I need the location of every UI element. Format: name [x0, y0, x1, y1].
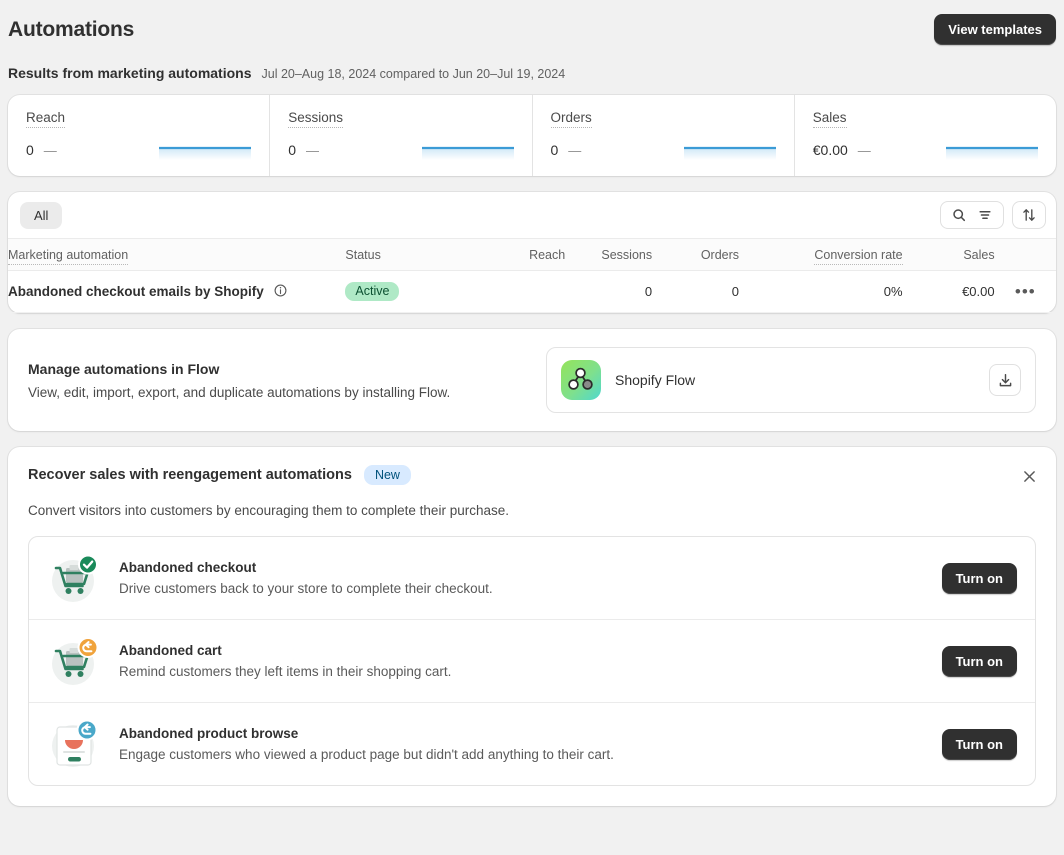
metric-delta: — — [568, 142, 582, 158]
results-title: Results from marketing automations — [8, 65, 252, 81]
flow-text-block: Manage automations in Flow View, edit, i… — [28, 361, 528, 400]
metric-label: Sessions — [288, 110, 344, 128]
reengagement-card: Recover sales with reengagement automati… — [8, 447, 1056, 806]
list-item: Abandoned product browse Engage customer… — [29, 703, 1035, 785]
list-item-subtitle: Drive customers back to your store to co… — [119, 581, 493, 596]
product-page-return-icon — [47, 717, 101, 771]
metric-label: Reach — [26, 110, 66, 128]
flow-title: Manage automations in Flow — [28, 360, 220, 377]
metric-delta: — — [306, 142, 320, 158]
manage-in-flow-card: Manage automations in Flow View, edit, i… — [8, 329, 1056, 431]
column-header-sales[interactable]: Sales — [902, 238, 995, 271]
cell-actions: ••• — [994, 270, 1056, 313]
column-header-status[interactable]: Status — [345, 238, 479, 271]
metric-sessions[interactable]: Sessions 0 — — [270, 95, 533, 176]
sparkline-chart — [421, 140, 514, 160]
reengagement-title: Recover sales with reengagement automati… — [28, 467, 352, 483]
info-icon[interactable] — [273, 283, 288, 301]
column-header-name[interactable]: Marketing automation — [8, 238, 346, 271]
metric-body: 0 — — [288, 140, 514, 160]
table-row[interactable]: Abandoned checkout emails by Shopify Act… — [8, 270, 1056, 313]
column-header-sessions[interactable]: Sessions — [565, 238, 653, 271]
turn-on-button[interactable]: Turn on — [941, 728, 1017, 760]
cell-name: Abandoned checkout emails by Shopify — [8, 270, 346, 313]
close-icon[interactable] — [1018, 465, 1040, 487]
cell-status: Active — [345, 270, 479, 313]
cell-orders: 0 — [652, 270, 740, 313]
metric-body: €0.00 — — [813, 140, 1038, 160]
table-header-row: Marketing automation Status Reach Sessio… — [8, 238, 1056, 271]
cell-sessions: 0 — [565, 270, 653, 313]
metric-body: 0 — — [551, 140, 776, 160]
automation-name[interactable]: Abandoned checkout emails by Shopify — [8, 284, 264, 299]
reengagement-subtitle: Convert visitors into customers by encou… — [28, 503, 509, 518]
metric-reach[interactable]: Reach 0 — — [8, 95, 271, 176]
table-toolbar: All — [8, 192, 1056, 238]
table-toolbar-actions — [940, 201, 1046, 229]
cell-reach — [478, 270, 566, 313]
sort-icon[interactable] — [1012, 201, 1046, 229]
automations-page: Automations View templates Results from … — [0, 0, 1064, 855]
list-item: Abandoned cart Remind customers they lef… — [29, 620, 1035, 703]
metrics-row: Reach 0 — Sessions 0 — Orders 0 — Sales … — [8, 95, 1056, 176]
metric-value: 0 — [550, 142, 559, 158]
list-item-subtitle: Remind customers they left items in thei… — [119, 664, 452, 679]
metric-label: Sales — [812, 110, 847, 128]
cart-return-icon — [47, 634, 101, 688]
column-header-conversion-rate[interactable]: Conversion rate — [739, 238, 903, 271]
flow-subtitle: View, edit, import, export, and duplicat… — [28, 384, 451, 400]
shopify-flow-app-row[interactable]: Shopify Flow — [546, 347, 1036, 413]
metric-value: 0 — [26, 142, 34, 158]
table-head: Marketing automation Status Reach Sessio… — [8, 238, 1056, 271]
filter-icon[interactable] — [973, 206, 997, 224]
reengagement-list: Abandoned checkout Drive customers back … — [28, 536, 1036, 786]
turn-on-button[interactable]: Turn on — [941, 562, 1017, 594]
status-badge: Active — [345, 282, 400, 301]
sparkline-chart — [159, 140, 252, 160]
sparkline-chart — [683, 140, 776, 160]
list-item-title: Abandoned checkout — [119, 560, 257, 575]
table-body: Abandoned checkout emails by Shopify Act… — [8, 270, 1056, 313]
results-summary: Results from marketing automations Jul 2… — [8, 55, 1056, 95]
automations-table: Marketing automation Status Reach Sessio… — [8, 238, 1056, 313]
list-item-title: Abandoned cart — [119, 643, 222, 658]
metric-sales[interactable]: Sales €0.00 — — [795, 95, 1056, 176]
cart-check-icon — [47, 551, 101, 605]
column-header-reach[interactable]: Reach — [478, 238, 566, 271]
metric-value: 0 — [288, 142, 297, 158]
page-header: Automations View templates — [8, 0, 1056, 55]
column-header-orders[interactable]: Orders — [652, 238, 740, 271]
sparkline-chart — [946, 140, 1038, 160]
tab-all[interactable]: All — [20, 201, 63, 229]
metric-value: €0.00 — [812, 142, 848, 158]
metric-label: Orders — [550, 110, 592, 128]
metrics-card: Reach 0 — Sessions 0 — Orders 0 — Sales … — [8, 95, 1056, 176]
metric-delta: — — [857, 142, 871, 158]
cell-conversion-rate: 0% — [739, 270, 903, 313]
metric-body: 0 — — [26, 140, 252, 160]
list-item-subtitle: Engage customers who viewed a product pa… — [119, 747, 614, 762]
search-and-filter-group[interactable] — [940, 201, 1004, 229]
row-overflow-menu-icon[interactable]: ••• — [1015, 282, 1036, 301]
page-title: Automations — [8, 17, 135, 41]
metric-delta: — — [43, 142, 57, 158]
reengagement-header: Recover sales with reengagement automati… — [28, 465, 1036, 485]
shopify-flow-icon — [561, 360, 601, 400]
list-item: Abandoned checkout Drive customers back … — [29, 537, 1035, 620]
results-date-range: Jul 20–Aug 18, 2024 compared to Jun 20–J… — [261, 67, 566, 81]
new-badge: New — [363, 465, 411, 485]
search-icon[interactable] — [947, 206, 971, 224]
turn-on-button[interactable]: Turn on — [941, 645, 1017, 677]
cell-sales: €0.00 — [902, 270, 995, 313]
view-templates-button[interactable]: View templates — [934, 14, 1056, 45]
list-item-title: Abandoned product browse — [119, 726, 299, 741]
shopify-flow-app-name: Shopify Flow — [615, 372, 696, 388]
metric-orders[interactable]: Orders 0 — — [533, 95, 795, 176]
automations-table-card: All Marketing automation Status Reach Se… — [8, 192, 1056, 313]
column-header-actions — [994, 238, 1056, 271]
download-icon[interactable] — [989, 364, 1021, 396]
